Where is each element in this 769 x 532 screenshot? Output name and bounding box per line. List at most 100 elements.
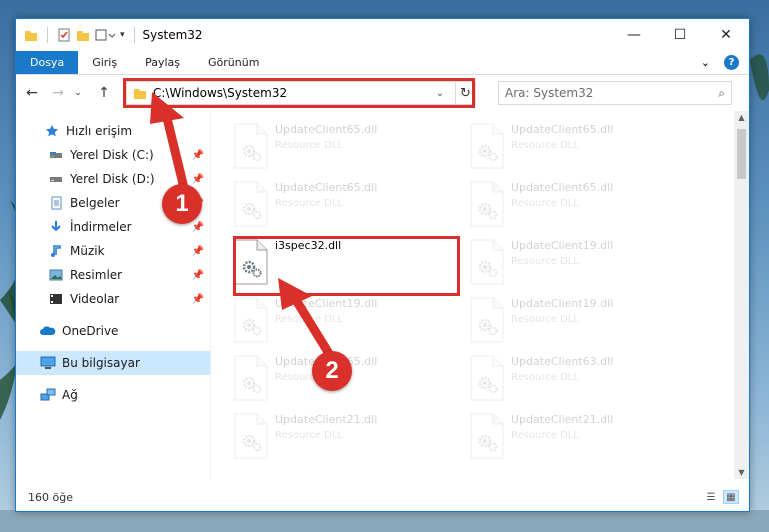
dll-file-icon xyxy=(233,181,269,227)
minimize-button[interactable]: — xyxy=(611,19,657,51)
nav-item-label: Bu bilgisayar xyxy=(62,356,140,370)
file-item[interactable]: UpdateClient19.dll Resource DLL xyxy=(469,293,689,349)
step-badge-1: 1 xyxy=(162,184,202,224)
forward-arrow-icon[interactable]: → xyxy=(48,85,68,101)
videos-icon xyxy=(48,291,64,307)
nav-quick-access[interactable]: Hızlı erişim xyxy=(16,119,210,143)
dll-file-icon xyxy=(469,413,505,459)
nav-item-label: Yerel Disk (C:) xyxy=(70,148,154,162)
nav-item-videos[interactable]: Videolar 📌 xyxy=(16,287,210,311)
tab-file[interactable]: Dosya xyxy=(16,51,79,74)
toolbar-separator xyxy=(133,27,135,43)
network-icon xyxy=(40,387,56,403)
chevron-down-icon[interactable]: ▾ xyxy=(120,30,125,40)
customize-toolbar-icon[interactable] xyxy=(95,28,115,42)
pin-icon: 📌 xyxy=(191,245,204,257)
pin-icon: 📌 xyxy=(191,269,204,281)
properties-icon[interactable] xyxy=(57,28,71,42)
nav-item-this-pc[interactable]: Bu bilgisayar xyxy=(16,351,210,375)
drive-icon xyxy=(48,147,64,163)
nav-item-label: İndirmeler xyxy=(70,220,132,234)
nav-quick-access-label: Hızlı erişim xyxy=(66,124,133,138)
search-icon[interactable]: ⌕ xyxy=(718,86,725,101)
nav-item-label: Yerel Disk (D:) xyxy=(70,172,155,186)
tab-share[interactable]: Paylaş xyxy=(131,51,194,74)
file-highlight-box xyxy=(233,236,460,296)
file-item[interactable]: UpdateClient65.dll Resource DLL xyxy=(469,119,689,175)
pin-icon: 📌 xyxy=(191,173,204,185)
file-type: Resource DLL xyxy=(511,430,579,441)
quick-access-toolbar: ▾ xyxy=(16,27,139,43)
search-input[interactable]: Ara: System32 ⌕ xyxy=(498,81,732,105)
toolbar-separator xyxy=(47,27,48,43)
search-placeholder: Ara: System32 xyxy=(505,86,594,100)
music-icon xyxy=(48,243,64,259)
address-highlight-box xyxy=(123,78,475,108)
dll-file-icon xyxy=(469,297,505,343)
file-type: Resource DLL xyxy=(275,430,343,441)
file-item[interactable]: UpdateClient21.dll Resource DLL xyxy=(233,409,453,465)
recent-locations-icon[interactable]: ⌄ xyxy=(68,88,88,98)
dll-file-icon xyxy=(469,355,505,401)
downloads-icon xyxy=(48,219,64,235)
file-name: UpdateClient21.dll xyxy=(275,413,378,426)
tab-view[interactable]: Görünüm xyxy=(194,51,273,74)
dll-file-icon xyxy=(469,123,505,169)
file-item[interactable]: UpdateClient21.dll Resource DLL xyxy=(469,409,689,465)
file-item[interactable]: UpdateClient19.dll Resource DLL xyxy=(233,293,453,349)
scroll-up-icon[interactable]: ▲ xyxy=(734,113,749,122)
file-name: UpdateClient19.dll xyxy=(511,297,614,310)
tab-home[interactable]: Giriş xyxy=(78,51,131,74)
nav-item-label: Belgeler xyxy=(70,196,120,210)
nav-item-label: Resimler xyxy=(70,268,123,282)
file-type: Resource DLL xyxy=(511,314,579,325)
file-item[interactable]: UpdateClient65.dll Resource DLL xyxy=(469,177,689,233)
details-view-icon[interactable]: ☰ xyxy=(703,490,719,504)
nav-item-label: Müzik xyxy=(70,244,105,258)
nav-item-network[interactable]: Ağ xyxy=(16,383,210,407)
file-item[interactable]: UpdateClient19.dll Resource DLL xyxy=(469,235,689,291)
nav-item-onedrive[interactable]: OneDrive xyxy=(16,319,210,343)
back-arrow-icon[interactable]: ← xyxy=(22,85,42,101)
window-controls: — ☐ ✕ xyxy=(611,19,749,51)
up-arrow-icon[interactable]: ↑ xyxy=(94,85,114,101)
status-bar: 160 öğe ☰ ▦ xyxy=(16,483,749,511)
step-badge-2: 2 xyxy=(312,351,352,391)
nav-item-local-disk-c[interactable]: Yerel Disk (C:) 📌 xyxy=(16,143,210,167)
folder-icon xyxy=(25,31,37,41)
help-icon[interactable]: ? xyxy=(724,55,739,70)
ribbon-right: ⌄ ? xyxy=(701,51,749,74)
nav-item-pictures[interactable]: Resimler 📌 xyxy=(16,263,210,287)
file-explorer-window: ▾ System32 — ☐ ✕ Dosya Giriş Paylaş Görü… xyxy=(15,18,750,512)
address-bar[interactable]: C:\Windows\System32 ⌄ ↻ xyxy=(123,78,476,108)
view-switcher: ☰ ▦ xyxy=(703,490,749,504)
nav-item-music[interactable]: Müzik 📌 xyxy=(16,239,210,263)
documents-icon xyxy=(48,195,64,211)
scrollbar-thumb[interactable] xyxy=(737,129,746,179)
scroll-down-icon[interactable]: ▼ xyxy=(734,468,749,477)
file-item[interactable]: UpdateClient65.dll Resource DLL xyxy=(233,177,453,233)
dll-file-icon xyxy=(233,413,269,459)
file-item[interactable]: UpdateClient65.dll Resource DLL xyxy=(233,119,453,175)
dll-file-icon xyxy=(233,355,269,401)
file-name: UpdateClient65.dll xyxy=(511,181,614,194)
file-item[interactable]: UpdateClient63.dll Resource DLL xyxy=(469,351,689,407)
file-list: UpdateClient65.dll Resource DLL UpdateCl… xyxy=(211,111,734,479)
new-folder-icon[interactable] xyxy=(76,28,90,42)
cloud-icon xyxy=(40,323,56,339)
file-name: UpdateClient65.dll xyxy=(275,123,378,136)
dll-file-icon xyxy=(469,181,505,227)
expand-ribbon-icon[interactable]: ⌄ xyxy=(701,56,710,69)
drive-icon xyxy=(48,171,64,187)
ribbon-tabs: Dosya Giriş Paylaş Görünüm ⌄ ? xyxy=(16,51,749,75)
file-type: Resource DLL xyxy=(511,256,579,267)
dll-file-icon xyxy=(233,123,269,169)
vertical-scrollbar[interactable]: ▲ ▼ xyxy=(734,111,749,479)
large-icons-view-icon[interactable]: ▦ xyxy=(723,490,739,504)
file-type: Resource DLL xyxy=(275,140,343,151)
file-type: Resource DLL xyxy=(275,198,343,209)
file-name: UpdateClient63.dll xyxy=(511,355,614,368)
file-name: UpdateClient19.dll xyxy=(275,297,378,310)
close-button[interactable]: ✕ xyxy=(703,19,749,51)
maximize-button[interactable]: ☐ xyxy=(657,19,703,51)
